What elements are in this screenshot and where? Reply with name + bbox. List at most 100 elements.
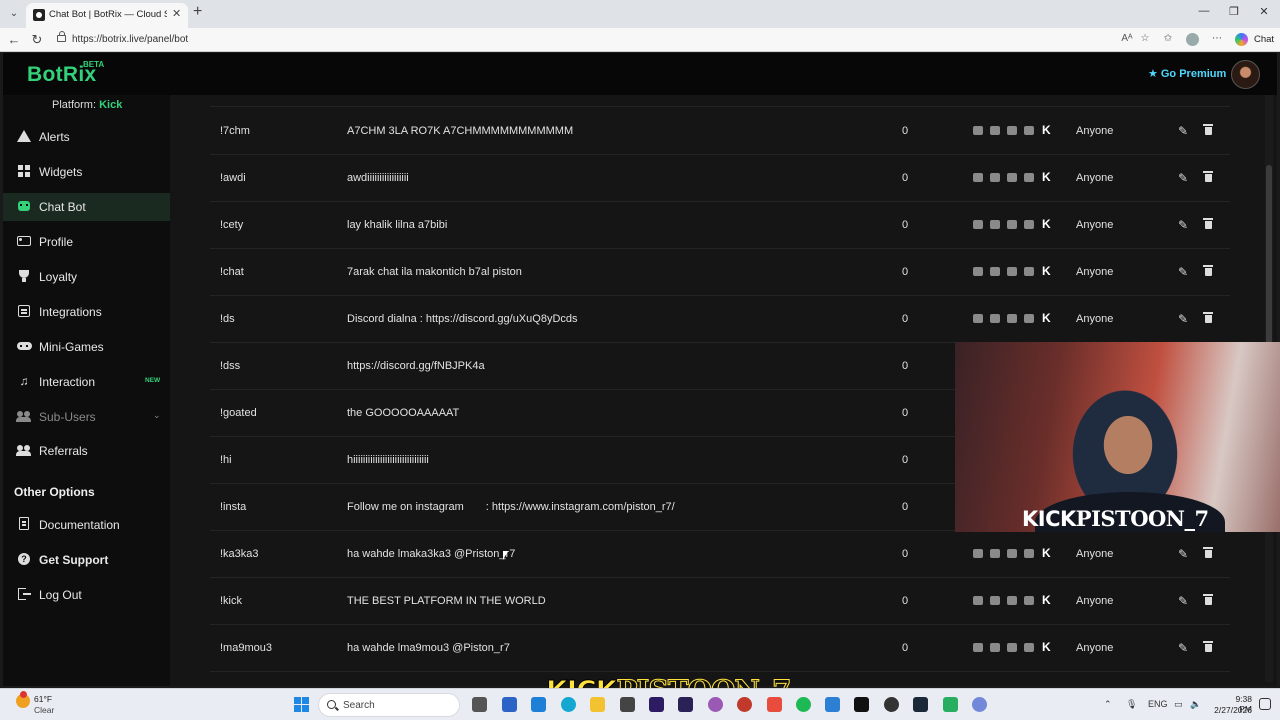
- edit-pencil-icon[interactable]: ✎: [1178, 547, 1188, 561]
- sidebar-item-widgets[interactable]: Widgets: [3, 158, 170, 186]
- twitch-icon: [973, 220, 983, 229]
- kick-icon: K: [1042, 217, 1051, 231]
- edit-pencil-icon[interactable]: ✎: [1178, 171, 1188, 185]
- delete-trash-icon[interactable]: [1203, 218, 1213, 230]
- premiere-icon[interactable]: [649, 697, 664, 712]
- edit-pencil-icon[interactable]: ✎: [1178, 312, 1188, 326]
- go-premium-button[interactable]: ★ Go Premium: [1148, 67, 1226, 80]
- app-icon[interactable]: [825, 697, 840, 712]
- sidebar-item-label: Mini-Games: [39, 340, 104, 354]
- discord-icon[interactable]: [972, 697, 987, 712]
- edge-icon[interactable]: [561, 697, 576, 712]
- delete-trash-icon[interactable]: [1203, 547, 1213, 559]
- sidebar-item-referrals[interactable]: Referrals: [3, 437, 170, 465]
- minimize-icon[interactable]: —: [1196, 5, 1212, 17]
- sidebar-item-get-support[interactable]: ? Get Support: [3, 546, 170, 574]
- app-icon[interactable]: [531, 697, 546, 712]
- microphone-icon[interactable]: 🎙: [1126, 699, 1137, 710]
- restore-icon[interactable]: ❐: [1226, 5, 1242, 18]
- sidebar-item-label: Integrations: [39, 305, 102, 319]
- command-name: !chat: [220, 266, 244, 278]
- delete-trash-icon[interactable]: [1203, 171, 1213, 183]
- weather-condition[interactable]: Clear: [34, 705, 54, 715]
- spotify-icon[interactable]: [796, 697, 811, 712]
- chat-icon: [990, 643, 1000, 652]
- show-hidden-icons-chevron-icon[interactable]: ⌃: [1104, 699, 1112, 710]
- app-icon[interactable]: [502, 697, 517, 712]
- notification-icon[interactable]: [1259, 698, 1271, 710]
- tab-list-chevron-icon[interactable]: ⌄: [6, 6, 22, 22]
- sidebar-item-loyalty[interactable]: Loyalty: [3, 263, 170, 291]
- other-options-heading: Other Options: [14, 485, 95, 499]
- favorites-list-icon[interactable]: ✩: [1161, 33, 1175, 44]
- command-response-text: awdiiiiiiiiiiiiiiiii: [347, 172, 409, 184]
- task-view-icon[interactable]: [472, 697, 487, 712]
- app-icon[interactable]: [708, 697, 723, 712]
- edit-pencil-icon[interactable]: ✎: [1178, 641, 1188, 655]
- kick-icon: K: [1042, 546, 1051, 560]
- copilot-chat-label[interactable]: Chat: [1254, 34, 1274, 45]
- command-name: !cety: [220, 219, 244, 231]
- command-uses: 0: [902, 266, 909, 278]
- delete-trash-icon[interactable]: [1203, 641, 1213, 653]
- weather-temperature[interactable]: 61°F: [34, 694, 52, 704]
- kick-wordmark: KICK: [1022, 507, 1076, 531]
- taskbar-search[interactable]: Search: [318, 693, 460, 717]
- sidebar-item-label: Documentation: [39, 518, 120, 532]
- platform-value[interactable]: Kick: [99, 99, 122, 111]
- kick-app-icon[interactable]: [854, 697, 869, 712]
- sidebar-item-chat-bot[interactable]: Chat Bot: [3, 193, 170, 221]
- table-row: !chat 7arak chat ila makontich b7al pisto…: [210, 249, 1230, 296]
- delete-trash-icon[interactable]: [1203, 594, 1213, 606]
- reload-icon[interactable]: ↻: [29, 32, 45, 48]
- browser-tab[interactable]: Chat Bot | BotRix — Cloud Streaming ✕: [26, 3, 188, 28]
- brave-icon[interactable]: [767, 697, 782, 712]
- close-tab-icon[interactable]: ✕: [172, 7, 181, 20]
- command-uses: 0: [902, 172, 909, 184]
- edit-pencil-icon[interactable]: ✎: [1178, 218, 1188, 232]
- sidebar-item-log-out[interactable]: Log Out: [3, 581, 170, 609]
- sidebar-item-documentation[interactable]: Documentation: [3, 511, 170, 539]
- steam-icon[interactable]: [913, 697, 928, 712]
- platform-label: Platform:: [52, 99, 97, 111]
- user-avatar[interactable]: [1231, 60, 1260, 89]
- app-icon[interactable]: [943, 697, 958, 712]
- chevron-down-icon[interactable]: ⌄: [153, 410, 161, 421]
- app-header: BotRix BETA ★ Go Premium: [3, 53, 1277, 95]
- sidebar-item-integrations[interactable]: Integrations: [3, 298, 170, 326]
- edit-pencil-icon[interactable]: ✎: [1178, 594, 1188, 608]
- sidebar-item-mini-games[interactable]: Mini-Games: [3, 333, 170, 361]
- obs-icon[interactable]: [884, 697, 899, 712]
- favorite-star-icon[interactable]: ☆: [1138, 33, 1152, 44]
- browser-profile-icon[interactable]: [1186, 33, 1199, 46]
- sidebar-item-interaction[interactable]: ♫ Interaction NEW: [3, 368, 170, 396]
- command-response-text: the GOOOOOAAAAAT: [347, 407, 460, 419]
- more-menu-icon[interactable]: ⋯: [1210, 33, 1224, 44]
- delete-trash-icon[interactable]: [1203, 124, 1213, 136]
- new-tab-icon[interactable]: +: [193, 3, 202, 21]
- network-icon[interactable]: ▭: [1174, 699, 1183, 710]
- sidebar-item-profile[interactable]: Profile: [3, 228, 170, 256]
- copilot-icon[interactable]: [1235, 33, 1248, 46]
- delete-trash-icon[interactable]: [1203, 265, 1213, 277]
- twitch-icon: [973, 173, 983, 182]
- back-arrow-icon[interactable]: ←: [6, 32, 22, 48]
- sidebar-item-alerts[interactable]: Alerts: [3, 123, 170, 151]
- app-icon[interactable]: [737, 697, 752, 712]
- volume-icon[interactable]: 🔈: [1190, 699, 1201, 710]
- sidebar-item-sub-users[interactable]: Sub-Users ⌄: [3, 403, 170, 431]
- read-aloud-icon[interactable]: Aᴬ: [1120, 33, 1134, 44]
- windows-start-icon[interactable]: [294, 697, 309, 712]
- edit-pencil-icon[interactable]: ✎: [1178, 265, 1188, 279]
- close-window-icon[interactable]: ✕: [1256, 5, 1272, 18]
- command-response-text: THE BEST PLATFORM IN THE WORLD: [347, 595, 546, 607]
- delete-trash-icon[interactable]: [1203, 312, 1213, 324]
- language-indicator[interactable]: ENG: [1148, 699, 1168, 709]
- clock-date[interactable]: 2/27/2026: [1210, 705, 1252, 715]
- edit-pencil-icon[interactable]: ✎: [1178, 124, 1188, 138]
- file-explorer-icon[interactable]: [590, 697, 605, 712]
- app-icon[interactable]: [620, 697, 635, 712]
- trovo-icon: [1024, 314, 1034, 323]
- after-effects-icon[interactable]: [678, 697, 693, 712]
- url-field[interactable]: https://botrix.live/panel/bot: [52, 30, 1160, 50]
